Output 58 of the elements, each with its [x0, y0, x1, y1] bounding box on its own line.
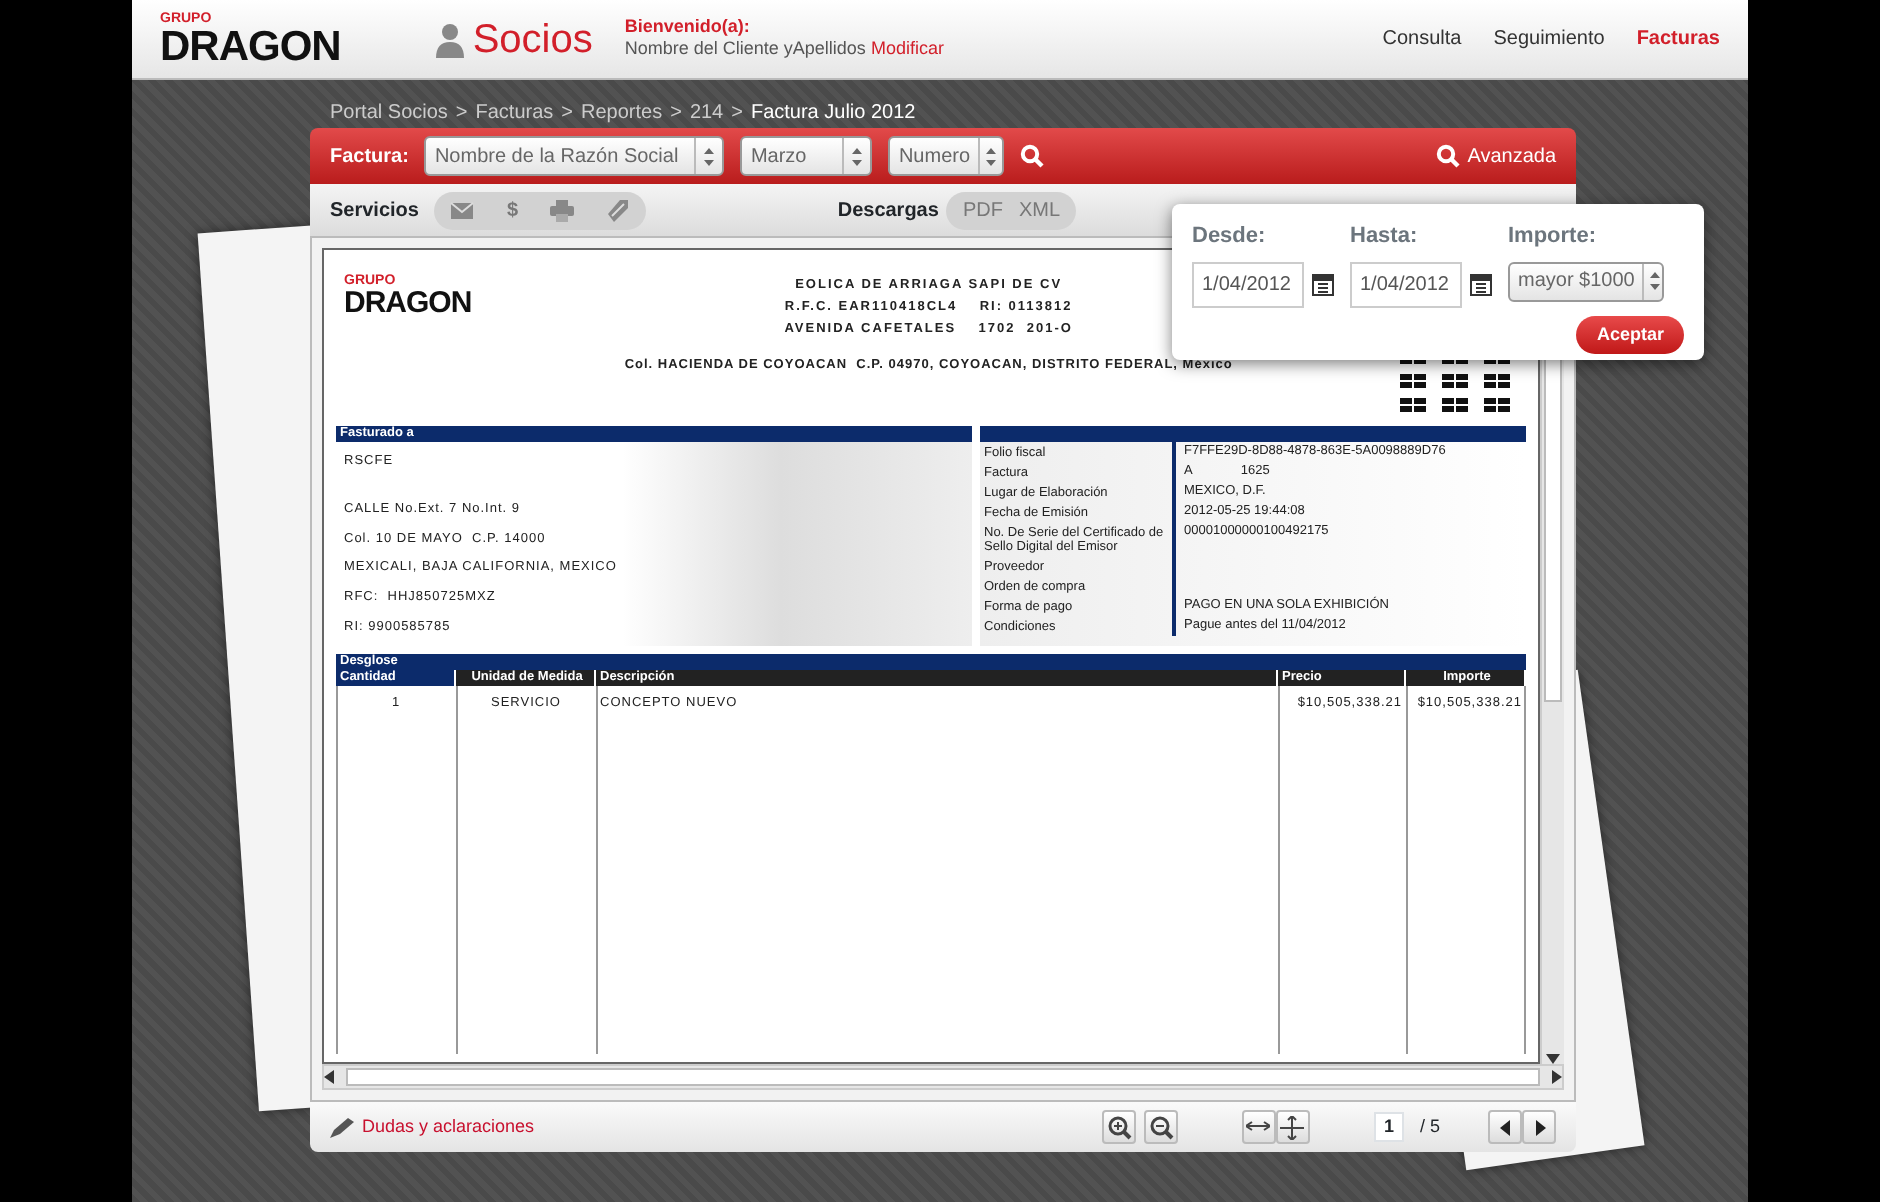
next-page-button[interactable]: [1522, 1110, 1556, 1144]
fit-page-button[interactable]: [1275, 1110, 1310, 1144]
download-link[interactable]: XML: [1018, 195, 1060, 225]
welcome-label: Bienvenido(a):: [624, 18, 752, 39]
select-field[interactable]: Numero: [888, 136, 1005, 176]
magnifier-icon: [1105, 1114, 1132, 1140]
amount-select[interactable]: mayor $1000: [1508, 261, 1664, 301]
left-arrow-icon: [324, 1070, 334, 1084]
breadcrumb-link[interactable]: Facturas: [475, 98, 554, 128]
magnifier-icon: [1147, 1114, 1174, 1140]
right-arrow-icon: [1552, 1070, 1562, 1084]
zoom-in-button[interactable]: [1101, 1110, 1136, 1144]
breadcrumb-link[interactable]: Reportes: [581, 98, 663, 128]
help-link[interactable]: Dudas y aclaraciones: [330, 1113, 535, 1141]
select-field[interactable]: Nombre de la Razón Social: [424, 136, 725, 176]
date-field[interactable]: 1/04/2012: [1350, 261, 1462, 307]
user-icon: [436, 21, 465, 57]
page-number-field[interactable]: 1: [1373, 1111, 1404, 1143]
field-label: Importe:: [1508, 222, 1598, 252]
previous-page-button[interactable]: [1488, 1110, 1522, 1144]
logo-text: DRAGON: [160, 25, 341, 67]
breadcrumb-current: Factura Julio 2012: [750, 100, 916, 128]
select-field[interactable]: Marzo: [740, 136, 873, 176]
downloads-label: Descargas: [837, 197, 939, 225]
fit-width-button[interactable]: [1241, 1110, 1276, 1144]
modify-link[interactable]: Modificar: [870, 38, 944, 59]
search-icon: [1435, 144, 1460, 168]
nav-link[interactable]: Facturas: [1636, 24, 1720, 54]
download-link[interactable]: PDF: [962, 195, 1003, 225]
nav-link[interactable]: Consulta: [1382, 24, 1462, 54]
field-label: Desde:: [1192, 222, 1268, 252]
user-name: Nombre del Cliente yApellidos: [624, 38, 866, 59]
breadcrumb-separator: >: [561, 100, 574, 128]
section-title: Socios: [472, 15, 593, 65]
breadcrumb-separator: >: [455, 100, 468, 128]
search-icon[interactable]: [1020, 144, 1045, 168]
mail-icon[interactable]: [450, 201, 475, 219]
services-label: Servicios: [330, 197, 419, 225]
breadcrumb-separator: >: [731, 100, 743, 128]
down-arrow-icon: [1546, 1054, 1560, 1064]
page-total: / 5: [1419, 1113, 1440, 1140]
breadcrumb-separator: >: [670, 100, 682, 128]
arrows-icon: [1280, 1115, 1305, 1139]
toolbar-label: Factura:: [330, 143, 409, 171]
accept-button[interactable]: Aceptar: [1576, 315, 1684, 354]
dollar-button[interactable]: $: [506, 195, 519, 225]
advanced-search-link[interactable]: Avanzada: [1435, 141, 1556, 171]
horizontal-scrollbar[interactable]: [322, 1064, 1564, 1090]
breadcrumb-link[interactable]: Portal Socios: [330, 98, 448, 128]
logo-text: DRAGON: [344, 288, 472, 318]
pencil-icon: [330, 1117, 354, 1137]
calendar-icon[interactable]: [1470, 272, 1492, 296]
field-label: Hasta:: [1350, 222, 1420, 252]
calendar-icon[interactable]: [1312, 272, 1334, 296]
nav-link[interactable]: Seguimiento: [1493, 24, 1605, 54]
zoom-out-button[interactable]: [1143, 1110, 1178, 1144]
date-field[interactable]: 1/04/2012: [1192, 261, 1304, 307]
breadcrumb-link[interactable]: 214: [689, 98, 724, 128]
